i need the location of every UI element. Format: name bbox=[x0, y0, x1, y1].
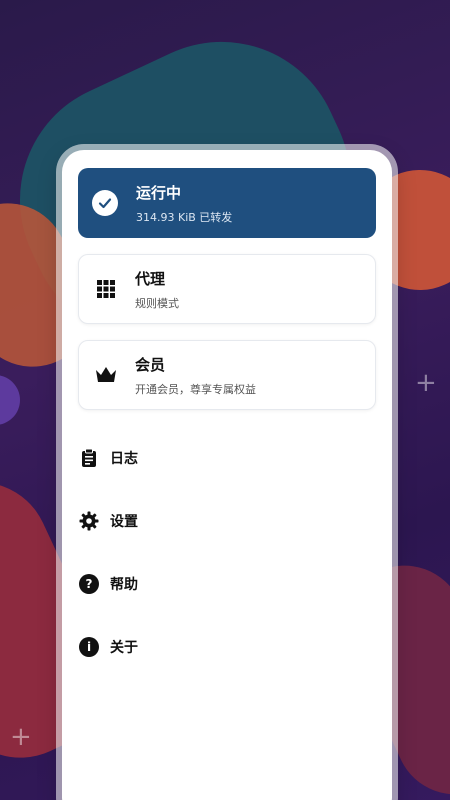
crown-icon bbox=[93, 362, 119, 388]
proxy-subtitle: 规则模式 bbox=[135, 296, 179, 310]
decor-circle bbox=[0, 375, 20, 425]
info-icon: i bbox=[78, 636, 100, 658]
decor-plus-icon: + bbox=[10, 722, 32, 752]
decor-plus-icon: + bbox=[415, 368, 437, 398]
clipboard-icon bbox=[78, 447, 100, 469]
status-title: 运行中 bbox=[136, 183, 182, 202]
menu-item-label: 日志 bbox=[110, 450, 138, 467]
grid-icon bbox=[93, 276, 119, 302]
member-card[interactable]: 会员 开通会员，尊享专属权益 bbox=[78, 340, 376, 410]
menu-item-log[interactable]: 日志 bbox=[78, 426, 376, 489]
menu-item-help[interactable]: ? 帮助 bbox=[78, 552, 376, 615]
main-panel: 运行中 314.93 KiB 已转发 代理 规则模式 会员 开通会员，尊享专属权… bbox=[62, 150, 392, 800]
check-icon bbox=[92, 190, 118, 216]
status-card[interactable]: 运行中 314.93 KiB 已转发 bbox=[78, 168, 376, 238]
menu-item-label: 帮助 bbox=[110, 576, 138, 593]
member-subtitle: 开通会员，尊享专属权益 bbox=[135, 382, 256, 396]
menu-item-settings[interactable]: 设置 bbox=[78, 489, 376, 552]
status-subtitle: 314.93 KiB 已转发 bbox=[136, 210, 233, 224]
member-title: 会员 bbox=[135, 355, 166, 374]
menu-list: 日志 设置 ? 帮助 i 关于 bbox=[78, 426, 376, 678]
proxy-card[interactable]: 代理 规则模式 bbox=[78, 254, 376, 324]
menu-item-label: 设置 bbox=[110, 513, 138, 530]
question-icon: ? bbox=[78, 573, 100, 595]
menu-item-about[interactable]: i 关于 bbox=[78, 615, 376, 678]
menu-item-label: 关于 bbox=[110, 639, 138, 656]
proxy-title: 代理 bbox=[135, 269, 166, 288]
gear-icon bbox=[78, 510, 100, 532]
